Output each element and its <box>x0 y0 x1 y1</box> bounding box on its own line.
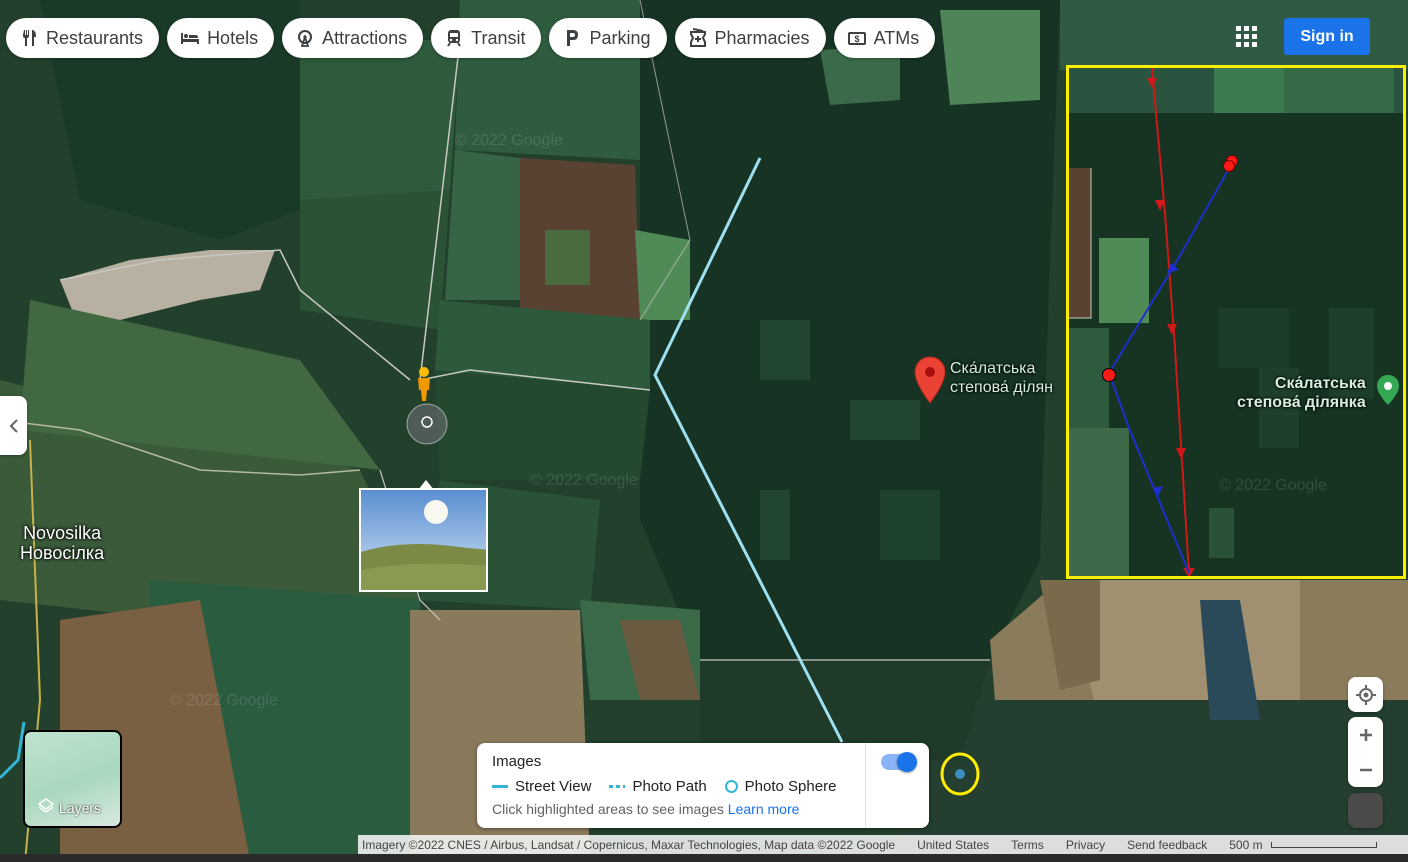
poi-main-label[interactable]: Ска́латська степова́ ділян <box>950 359 1065 397</box>
images-panel-title: Images <box>492 753 542 770</box>
fork-knife-icon <box>18 27 40 49</box>
chip-pharmacies[interactable]: Pharmacies <box>674 18 826 58</box>
panel-divider <box>865 743 866 828</box>
pegman-icon[interactable] <box>412 366 436 402</box>
zoom-control <box>1348 717 1383 787</box>
photo-sphere-highlight-circle[interactable] <box>939 752 981 796</box>
chip-hotels[interactable]: Hotels <box>167 18 275 58</box>
poi-inset-line2: степова́ ділянка <box>1237 394 1366 411</box>
apps-grid-icon[interactable] <box>1230 20 1262 52</box>
terms-link[interactable]: Terms <box>1007 838 1044 852</box>
village-cyrillic: Новосілка <box>20 543 105 563</box>
bottom-strip <box>0 854 1408 862</box>
chip-parking[interactable]: Parking <box>549 18 667 58</box>
images-legend: Street View Photo Path Photo Sphere <box>492 778 836 795</box>
chip-label: Transit <box>471 27 526 48</box>
scale-bar <box>1270 841 1377 848</box>
poi-main-line2: степова́ ділян <box>950 379 1053 396</box>
chevron-left-icon <box>9 418 18 433</box>
bed-icon <box>179 27 201 49</box>
watermark-1: © 2022 Google <box>455 132 563 149</box>
images-hint: Click highlighted areas to see images Le… <box>492 801 800 817</box>
legend-photo-path: Photo Path <box>609 778 707 795</box>
layers-label: Layers <box>59 800 102 816</box>
svg-text:$: $ <box>854 34 859 44</box>
village-latin: Novosilka <box>23 523 102 543</box>
minus-icon <box>1359 768 1372 771</box>
send-feedback-link[interactable]: Send feedback <box>1123 838 1207 852</box>
zoom-out-button[interactable] <box>1348 752 1383 787</box>
legend-photo-sphere: Photo Sphere <box>724 778 836 795</box>
toggle-knob <box>897 752 917 772</box>
street-view-thumbnail[interactable] <box>359 488 488 592</box>
atm-icon: $ <box>846 27 868 49</box>
zoom-in-button[interactable] <box>1348 717 1383 752</box>
poi-inset-line1: Ска́латська <box>1274 375 1366 392</box>
collapse-side-panel-button[interactable] <box>0 396 27 455</box>
plus-icon <box>1359 728 1372 741</box>
street-view-line-icon <box>492 785 508 788</box>
layers-button[interactable]: Layers <box>23 730 122 828</box>
street-view-pegman-button[interactable] <box>1348 793 1383 828</box>
poi-inset-label[interactable]: Ска́латська степова́ ділянка <box>1237 374 1366 412</box>
sign-in-button[interactable]: Sign in <box>1284 18 1370 55</box>
map-footer: Imagery ©2022 CNES / Airbus, Landsat / C… <box>358 835 1408 854</box>
inset-imagery: © 2022 Google <box>1069 68 1403 576</box>
chip-label: Pharmacies <box>714 27 810 48</box>
chip-label: Restaurants <box>46 27 144 48</box>
legend-street-view: Street View <box>492 778 591 795</box>
crosshair-icon <box>1355 684 1376 705</box>
watermark-2: © 2022 Google <box>530 472 638 489</box>
chip-transit[interactable]: Transit <box>431 18 542 58</box>
poi-main-line1: Ска́латська <box>950 360 1036 377</box>
scale-label[interactable]: 500 m <box>1225 838 1262 852</box>
place-pin-icon[interactable] <box>913 356 947 404</box>
learn-more-link[interactable]: Learn more <box>728 801 800 817</box>
photo-path-line-icon <box>609 785 626 788</box>
chip-label: ATMs <box>873 27 920 48</box>
train-icon <box>443 27 465 49</box>
street-view-location-marker[interactable] <box>405 402 449 446</box>
photo-sphere-circle-icon <box>724 780 738 793</box>
chip-label: Hotels <box>207 27 259 48</box>
street-view-photo <box>361 490 486 590</box>
chip-attractions[interactable]: Attractions <box>282 18 424 58</box>
ferris-wheel-icon <box>294 27 316 49</box>
chip-restaurants[interactable]: Restaurants <box>6 18 160 58</box>
privacy-link[interactable]: Privacy <box>1062 838 1105 852</box>
chip-atms[interactable]: $ ATMs <box>833 18 936 58</box>
watermark-3: © 2022 Google <box>170 692 278 709</box>
region-link[interactable]: United States <box>913 838 989 852</box>
park-pin-icon[interactable] <box>1376 374 1400 406</box>
inset-watermark: © 2022 Google <box>1219 477 1327 494</box>
images-layer-panel: Images Street View Photo Path Photo Sphe… <box>477 743 929 828</box>
category-chips: Restaurants Hotels Attractions Transit P… <box>6 18 936 58</box>
chip-label: Attractions <box>322 27 408 48</box>
chip-label: Parking <box>589 27 651 48</box>
village-label: Novosilka Новосілка <box>20 523 104 563</box>
parking-icon <box>561 27 583 49</box>
annotation-inset-box: © 2022 Google Ска́латська степова́ ділян… <box>1066 65 1406 579</box>
layers-icon <box>37 798 55 813</box>
images-layer-toggle[interactable] <box>881 752 917 772</box>
imagery-attribution: Imagery ©2022 CNES / Airbus, Landsat / C… <box>362 837 896 852</box>
my-location-button[interactable] <box>1348 677 1383 712</box>
pharmacy-icon <box>687 27 709 49</box>
